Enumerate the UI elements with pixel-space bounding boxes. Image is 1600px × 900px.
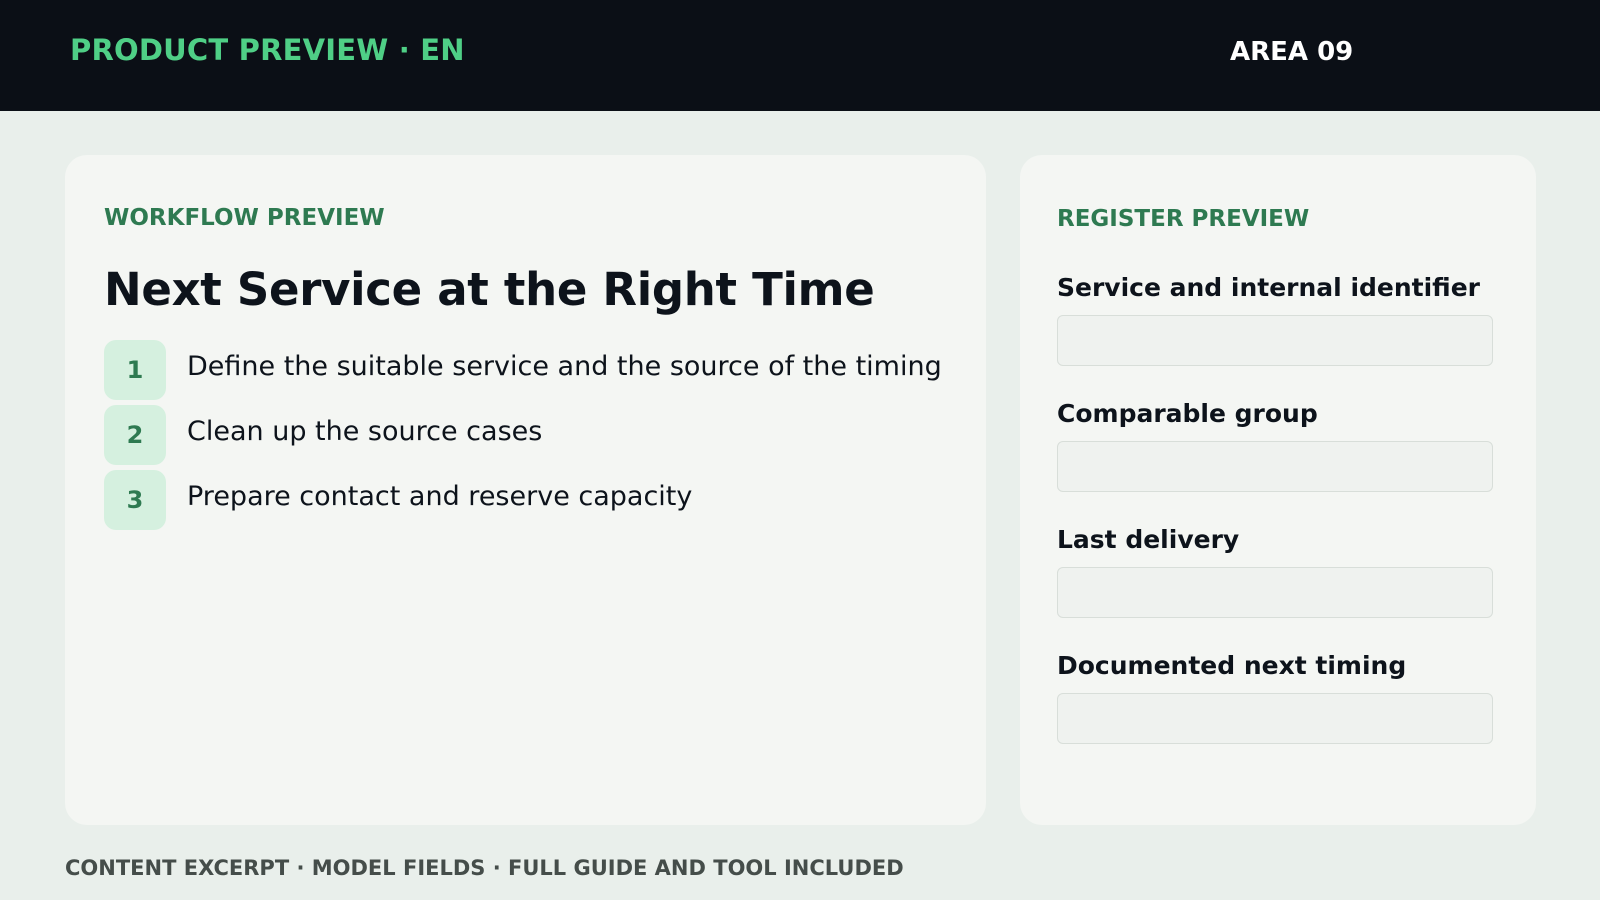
field-comparable-group: Comparable group <box>1057 399 1493 492</box>
step-number-badge: 1 <box>104 340 166 400</box>
field-label: Documented next timing <box>1057 651 1407 680</box>
field-label: Last delivery <box>1057 525 1240 554</box>
comparable-group-input[interactable] <box>1057 441 1493 492</box>
top-bar: PRODUCT PREVIEW · EN AREA 09 <box>0 0 1600 111</box>
step-text: Clean up the source cases <box>187 416 543 447</box>
field-label: Comparable group <box>1057 399 1318 428</box>
step-text: Define the suitable service and the sour… <box>187 351 942 382</box>
step-text: Prepare contact and reserve capacity <box>187 481 693 512</box>
workflow-title: Next Service at the Right Time <box>104 263 875 316</box>
field-label: Service and internal identifier <box>1057 273 1480 302</box>
workflow-preview-card: WORKFLOW PREVIEW Next Service at the Rig… <box>65 155 986 825</box>
footer-note: CONTENT EXCERPT · MODEL FIELDS · FULL GU… <box>65 856 904 880</box>
field-last-delivery: Last delivery <box>1057 525 1493 618</box>
register-eyebrow: REGISTER PREVIEW <box>1057 206 1310 232</box>
field-documented-next-timing: Documented next timing <box>1057 651 1493 744</box>
last-delivery-input[interactable] <box>1057 567 1493 618</box>
step-number-badge: 2 <box>104 405 166 465</box>
step-number-badge: 3 <box>104 470 166 530</box>
register-preview-card: REGISTER PREVIEW Service and internal id… <box>1020 155 1536 825</box>
documented-next-timing-input[interactable] <box>1057 693 1493 744</box>
service-identifier-input[interactable] <box>1057 315 1493 366</box>
field-service-identifier: Service and internal identifier <box>1057 273 1493 366</box>
workflow-eyebrow: WORKFLOW PREVIEW <box>104 205 385 231</box>
brand-title: PRODUCT PREVIEW · EN <box>70 33 465 67</box>
area-label: AREA 09 <box>1230 37 1354 67</box>
